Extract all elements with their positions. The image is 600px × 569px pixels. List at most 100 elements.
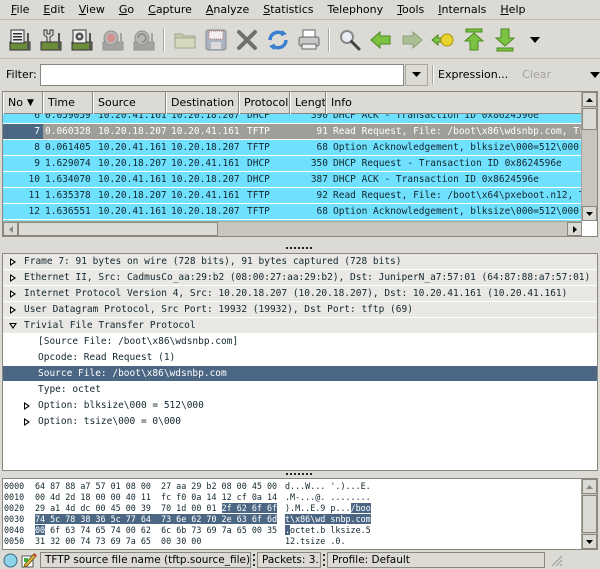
expand-triangle-icon[interactable] <box>5 305 21 314</box>
scroll-left-button[interactable] <box>3 222 18 236</box>
packet-list: 6 0.059059 10.20.41.161 10.20.18.207 DHCP 390… <box>2 91 598 237</box>
collapse-triangle-icon[interactable] <box>5 322 21 329</box>
menu-tools[interactable]: Tools <box>390 0 431 20</box>
print-button[interactable] <box>293 24 324 56</box>
tree-item[interactable]: Option: tsize\000 = 0\000 <box>3 414 597 430</box>
toolbar-overflow-button[interactable] <box>528 36 542 43</box>
expand-triangle-icon[interactable] <box>19 417 35 426</box>
scroll-down-button[interactable] <box>582 534 597 549</box>
start-capture-button[interactable] <box>66 24 97 56</box>
bytes-ascii[interactable]: ).M..E.9 p.../boo <box>285 503 385 514</box>
column-header-time[interactable]: Time <box>43 92 93 114</box>
bytes-hex[interactable]: 74 5c 78 38 36 5c 77 64 73 6e 62 70 2e 6… <box>35 514 285 525</box>
expand-triangle-icon[interactable] <box>5 257 21 266</box>
column-header-length[interactable]: Length <box>290 92 326 114</box>
scroll-down-button[interactable] <box>582 206 597 221</box>
bytes-vertical-scrollbar[interactable] <box>581 479 597 549</box>
go-back-button[interactable] <box>365 24 396 56</box>
menu-statistics[interactable]: Statistics <box>256 0 320 20</box>
bytes-hex[interactable]: 29 a1 4d dc 00 45 00 39 70 1d 00 01 2f 6… <box>35 503 285 514</box>
pane-splitter[interactable] <box>0 245 600 251</box>
interface-list-button[interactable] <box>4 24 35 56</box>
expert-info-button[interactable] <box>1 551 19 569</box>
packet-row-selected[interactable]: 7 0.060328 10.20.18.207 10.20.41.161 TFTP 91 R… <box>3 124 582 140</box>
packet-cell-proto: TFTP <box>247 206 270 217</box>
expand-triangle-icon[interactable] <box>5 273 21 282</box>
capture-comment-button[interactable] <box>20 551 38 569</box>
packet-list-horizontal-scrollbar[interactable] <box>3 221 582 236</box>
bytes-ascii[interactable]: .M-...@. ........ <box>285 492 385 503</box>
bytes-hex[interactable]: 00 6f 63 74 65 74 00 62 6c 6b 73 69 7a 6… <box>35 525 285 536</box>
tree-item[interactable]: Frame 7: 91 bytes on wire (728 bits), 91… <box>3 254 597 270</box>
scrollbar-thumb[interactable] <box>18 222 218 236</box>
tree-item[interactable]: User Datagram Protocol, Src Port: 19932 … <box>3 302 597 318</box>
menu-help[interactable]: Help <box>493 0 532 20</box>
filter-expression-button[interactable]: Expression... <box>438 68 508 81</box>
open-file-button[interactable] <box>169 24 200 56</box>
column-header-source[interactable]: Source <box>93 92 166 114</box>
packet-cell-time: 1.635378 <box>45 190 91 201</box>
tree-item[interactable]: Type: octet <box>3 382 597 398</box>
menu-file[interactable]: File <box>4 0 36 20</box>
scroll-right-button[interactable] <box>567 222 582 236</box>
bytes-ascii[interactable]: 12.tsize .0. <box>285 536 385 547</box>
menu-capture[interactable]: Capture <box>141 0 199 20</box>
tree-item-text: Type: octet <box>38 383 101 395</box>
packet-list-vertical-scrollbar[interactable] <box>581 92 597 221</box>
triangle-right-icon <box>10 305 16 314</box>
scroll-up-button[interactable] <box>582 92 597 107</box>
column-header-protocol[interactable]: Protocol <box>239 92 290 114</box>
menu-edit[interactable]: Edit <box>36 0 71 20</box>
packet-row[interactable]: 10 1.634070 10.20.41.161 10.20.18.207 DHCP 38… <box>3 172 582 188</box>
menu-go[interactable]: Go <box>112 0 141 20</box>
profile-status[interactable]: Profile: Default <box>327 552 545 568</box>
bytes-ascii[interactable]: .octet.b lksize.5 <box>285 525 385 536</box>
column-header-no[interactable]: No ▼ <box>3 92 43 114</box>
pane-splitter[interactable] <box>0 471 600 477</box>
bytes-ascii[interactable]: t\x86\wd snbp.com <box>285 514 385 525</box>
stop-capture-button[interactable] <box>97 24 128 56</box>
menu-telephony[interactable]: Telephony <box>321 0 391 20</box>
tree-item[interactable]: [Source File: /boot\x86\wdsnbp.com] <box>3 334 597 350</box>
packet-row[interactable]: 9 1.629074 10.20.18.207 10.20.41.161 DHCP 350… <box>3 156 582 172</box>
tree-item[interactable]: Option: blksize\000 = 512\000 <box>3 398 597 414</box>
scrollbar-thumb[interactable] <box>582 495 597 533</box>
packet-row[interactable]: 8 0.061405 10.20.41.161 10.20.18.207 TFTP 68 O… <box>3 140 582 156</box>
restart-capture-button[interactable] <box>128 24 159 56</box>
expand-triangle-icon[interactable] <box>5 289 21 298</box>
go-forward-button[interactable] <box>396 24 427 56</box>
filter-overflow-button[interactable] <box>590 68 600 81</box>
tree-item-selected[interactable]: Source File: /boot\x86\wdsnbp.com <box>3 366 597 382</box>
capture-options-button[interactable] <box>35 24 66 56</box>
bytes-ascii[interactable]: d...W... '.)...E. <box>285 481 385 492</box>
go-to-packet-button[interactable] <box>427 24 458 56</box>
tree-item[interactable]: Ethernet II, Src: CadmusCo_aa:29:b2 (08:… <box>3 270 597 286</box>
scrollbar-thumb[interactable] <box>582 108 597 130</box>
filter-history-dropdown[interactable] <box>404 63 429 86</box>
filter-clear-button[interactable]: Clear <box>522 68 551 81</box>
tree-item[interactable]: Internet Protocol Version 4, Src: 10.20.… <box>3 286 597 302</box>
menu-analyze[interactable]: Analyze <box>199 0 256 20</box>
column-header-info[interactable]: Info <box>326 92 582 114</box>
save-file-button[interactable] <box>200 24 231 56</box>
reload-file-button[interactable] <box>262 24 293 56</box>
resize-grip[interactable] <box>549 553 563 567</box>
resize-grip-icon <box>551 555 563 567</box>
packet-row[interactable]: 11 1.635378 10.20.18.207 10.20.41.161 TFTP 92… <box>3 188 582 204</box>
bytes-hex[interactable]: 31 32 00 74 73 69 7a 65 00 30 00 <box>35 536 285 547</box>
go-first-packet-button[interactable] <box>458 24 489 56</box>
go-last-packet-button[interactable] <box>489 24 520 56</box>
menu-internals[interactable]: Internals <box>431 0 493 20</box>
display-filter-input[interactable] <box>40 63 404 86</box>
column-header-destination[interactable]: Destination <box>166 92 239 114</box>
expand-triangle-icon[interactable] <box>19 401 35 410</box>
bytes-hex[interactable]: 64 87 88 a7 57 01 08 00 27 aa 29 b2 08 0… <box>35 481 285 492</box>
tree-item[interactable]: Opcode: Read Request (1) <box>3 350 597 366</box>
menu-view[interactable]: View <box>72 0 112 20</box>
bytes-hex[interactable]: 00 4d 2d 18 00 00 40 11 fc f0 0a 14 12 c… <box>35 492 285 503</box>
tree-item[interactable]: Trivial File Transfer Protocol <box>3 318 597 334</box>
find-packet-button[interactable] <box>334 24 365 56</box>
packet-row[interactable]: 12 1.636551 10.20.41.161 10.20.18.207 TFTP 68… <box>3 204 582 220</box>
scroll-up-button[interactable] <box>582 479 597 494</box>
close-file-button[interactable] <box>231 24 262 56</box>
